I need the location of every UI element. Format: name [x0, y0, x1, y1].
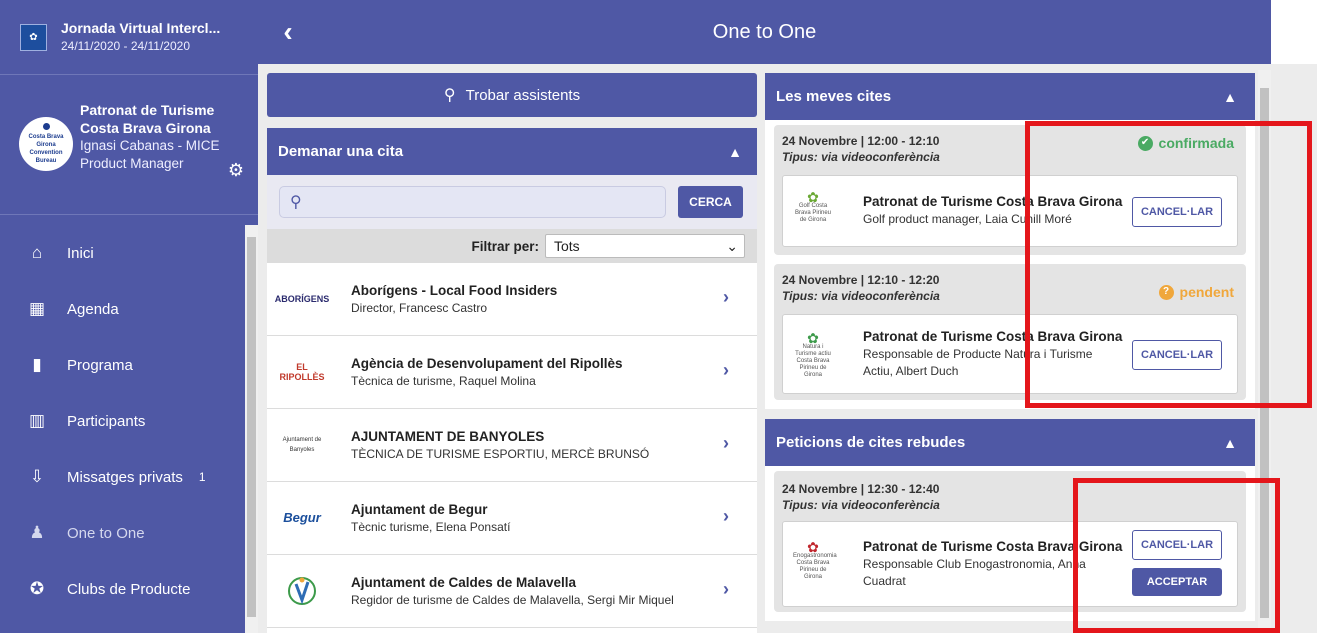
- list-item[interactable]: EL RIPOLLÈS Agència de Desenvolupament d…: [267, 336, 757, 409]
- filter-select[interactable]: Tots ⌄: [545, 234, 745, 258]
- search-icon: ⚲: [443, 87, 456, 104]
- profile-person-line2: Product Manager: [80, 156, 184, 171]
- filter-label: Filtrar per:: [471, 238, 539, 254]
- contact-role-line2: Cuadrat: [863, 574, 906, 588]
- attendee-logo: ABORÍGENS: [274, 294, 330, 304]
- highlight-box: [1073, 478, 1280, 633]
- attendee-logo: EL RIPOLLÈS: [279, 362, 325, 382]
- profile-org-line1: Patronat de Turisme: [80, 102, 215, 118]
- org-logo: ✿ Golf Costa Brava Pirineu de Girona: [794, 189, 832, 223]
- gear-icon[interactable]: ⚙: [228, 160, 244, 181]
- filter-row: Filtrar per: Tots ⌄: [267, 229, 757, 263]
- event-header[interactable]: ✿ Jornada Virtual Intercl... 24/11/2020 …: [0, 0, 258, 75]
- inbox-download-icon: ⇩: [29, 467, 45, 486]
- attendee-role: Regidor de turisme de Caldes de Malavell…: [351, 593, 674, 607]
- search-input[interactable]: [307, 187, 665, 217]
- my-appointments-header[interactable]: Les meves cites ▲: [765, 73, 1255, 120]
- profile-card: Costa Brava Girona Convention Bureau ⚙ P…: [0, 75, 258, 215]
- attendee-logo: [279, 571, 325, 611]
- sidebar-item-one-to-one[interactable]: ♟ One to One: [0, 505, 245, 561]
- list-item[interactable]: Ajuntament de Caldes de Malavella Regido…: [267, 555, 757, 628]
- received-requests-header[interactable]: Peticions de cites rebudes ▲: [765, 419, 1255, 466]
- chevron-up-icon[interactable]: ▲: [1223, 435, 1237, 451]
- sidebar-item-clubs-de-producte[interactable]: ✪ Clubs de Producte: [0, 561, 245, 617]
- org-logo: ✿ Enogastronomia Costa Brava Pirineu de …: [793, 539, 837, 580]
- event-logo: ✿: [20, 23, 47, 51]
- attendee-name: Agència de Desenvolupament del Ripollès: [351, 356, 623, 371]
- chevron-right-icon[interactable]: ›: [723, 579, 729, 600]
- contact-role: Responsable Club Enogastronomia, Anna: [863, 557, 1086, 571]
- unread-badge: 1: [198, 470, 206, 484]
- gear-badge-icon: ✪: [29, 579, 45, 598]
- people-icon: ♟: [29, 523, 45, 542]
- app-window: ✿ Jornada Virtual Intercl... 24/11/2020 …: [0, 0, 1317, 633]
- list-item[interactable]: Ajuntament de Banyoles AJUNTAMENT DE BAN…: [267, 409, 757, 482]
- request-appointment-panel: Demanar una cita ▲ ⚲ CERCA Filtrar per: …: [267, 128, 757, 633]
- chevron-up-icon[interactable]: ▲: [728, 144, 742, 160]
- home-icon: ⌂: [31, 243, 43, 262]
- highlight-box: [1025, 121, 1312, 408]
- search-row: ⚲ CERCA: [267, 175, 757, 229]
- attendee-name: AJUNTAMENT DE BANYOLES: [351, 429, 545, 444]
- request-panel-header[interactable]: Demanar una cita ▲: [267, 128, 757, 175]
- attendee-name: Ajuntament de Begur: [351, 502, 488, 517]
- attendee-logo: Ajuntament de Banyoles: [282, 437, 322, 453]
- sidebar-item-participants[interactable]: ▥ Participants: [0, 393, 245, 449]
- event-title: Jornada Virtual Intercl...: [61, 20, 221, 36]
- sidebar: ✿ Jornada Virtual Intercl... 24/11/2020 …: [0, 0, 258, 633]
- attendee-role: Tècnic turisme, Elena Ponsatí: [351, 520, 511, 534]
- attendee-name: Aborígens - Local Food Insiders: [351, 283, 558, 298]
- sidebar-item-programa[interactable]: ▮ Programa: [0, 337, 245, 393]
- attendee-role: Director, Francesc Castro: [351, 301, 488, 315]
- list-item[interactable]: ABORÍGENS Aborígens - Local Food Insider…: [267, 263, 757, 336]
- find-attendees-button[interactable]: ⚲ Trobar assistents: [267, 73, 757, 117]
- profile-org-line2: Costa Brava Girona: [80, 120, 211, 136]
- attendee-role: TÈCNICA DE TURISME ESPORTIU, MERCÈ BRUNS…: [351, 447, 650, 461]
- avatar: Costa Brava Girona Convention Bureau: [19, 117, 73, 171]
- attendee-name: Ajuntament de Caldes de Malavella: [351, 575, 577, 590]
- search-button[interactable]: CERCA: [678, 186, 743, 218]
- page-title: One to One: [712, 20, 817, 43]
- document-icon: ▮: [32, 355, 42, 374]
- org-logo: ✿ Natura i Turisme actiu Costa Brava Pir…: [795, 330, 831, 378]
- sidebar-scrollbar[interactable]: [245, 225, 258, 633]
- contact-role-line2: Actiu, Albert Duch: [863, 364, 959, 378]
- attendee-logo: Begur: [283, 510, 321, 525]
- event-dates: 24/11/2020 - 24/11/2020: [61, 39, 190, 53]
- sidebar-item-inici[interactable]: ⌂ Inici: [0, 225, 245, 281]
- search-field[interactable]: ⚲: [279, 186, 666, 218]
- sidebar-item-agenda[interactable]: ▦ Agenda: [0, 281, 245, 337]
- building-icon: ▥: [28, 411, 46, 430]
- chevron-up-icon[interactable]: ▲: [1223, 89, 1237, 105]
- search-icon: ⚲: [290, 194, 302, 211]
- calendar-check-icon: ▦: [28, 299, 46, 318]
- sidebar-nav: ⌂ Inici ▦ Agenda ▮ Programa ▥ Participan…: [0, 225, 245, 617]
- chevron-down-icon: ⌄: [726, 237, 738, 254]
- profile-person-line1: Ignasi Cabanas - MICE: [80, 138, 220, 153]
- chevron-right-icon[interactable]: ›: [723, 360, 729, 381]
- chevron-right-icon[interactable]: ›: [723, 506, 729, 527]
- back-chevron-icon[interactable]: ‹: [258, 16, 318, 48]
- attendee-role: Tècnica de turisme, Raquel Molina: [351, 374, 536, 388]
- list-item[interactable]: Begur Ajuntament de Begur Tècnic turisme…: [267, 482, 757, 555]
- top-bar: ‹ One to One: [258, 0, 1271, 64]
- sidebar-item-missatges-privats[interactable]: ⇩ Missatges privats 1: [0, 449, 245, 505]
- chevron-right-icon[interactable]: ›: [723, 287, 729, 308]
- chevron-right-icon[interactable]: ›: [723, 433, 729, 454]
